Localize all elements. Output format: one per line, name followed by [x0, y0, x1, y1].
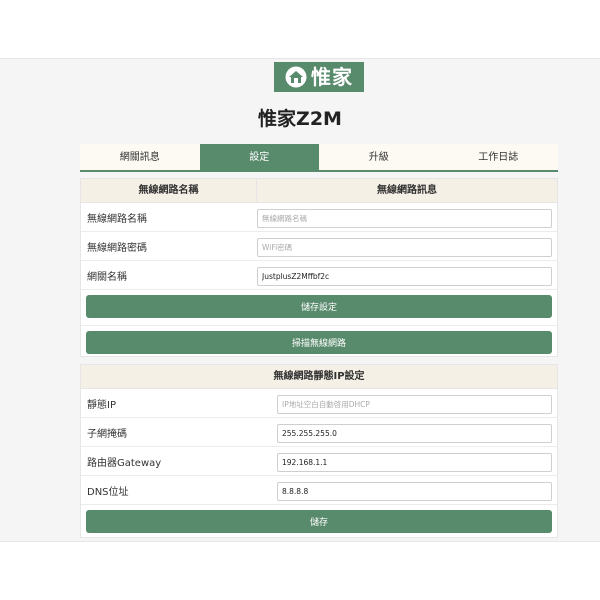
wifi-ssid-label: 無線網路名稱: [87, 213, 147, 225]
static-ip-row: 靜態IP: [81, 389, 557, 418]
subnet-mask-label: 子網掩碼: [87, 428, 127, 440]
gateway-label: 路由器Gateway: [87, 457, 162, 469]
dns-input[interactable]: [277, 482, 552, 501]
tab-settings[interactable]: 設定: [199, 144, 319, 170]
static-ip-header-row: 無線網路靜態IP設定: [81, 365, 557, 389]
gateway-name-row: 網關名稱: [81, 261, 557, 290]
dns-label: DNS位址: [87, 486, 129, 498]
wifi-settings-card: 無線網路名稱 無線網路訊息 無線網路名稱 無線網路密碼 網關名稱 儲存設定 掃描…: [80, 178, 558, 357]
divider: [81, 318, 557, 326]
wifi-ssid-row: 無線網路名稱: [81, 203, 557, 232]
static-ip-header: 無線網路靜態IP設定: [273, 371, 365, 382]
scan-wifi-button[interactable]: 掃描無線網路: [86, 331, 552, 354]
wifi-table-header: 無線網路名稱 無線網路訊息: [81, 179, 557, 203]
gateway-input[interactable]: [277, 453, 552, 472]
tab-work-log[interactable]: 工作日誌: [439, 144, 559, 170]
subnet-mask-input[interactable]: [277, 424, 552, 443]
page-title: 惟家Z2M: [258, 108, 342, 130]
gateway-row: 路由器Gateway: [81, 447, 557, 476]
wifi-info-column-header: 無線網路訊息: [377, 185, 437, 196]
tab-bar: 網關訊息 設定 升級 工作日誌: [80, 144, 558, 172]
static-ip-label: 靜態IP: [87, 399, 116, 411]
save-settings-button[interactable]: 儲存設定: [86, 295, 552, 318]
gateway-name-input[interactable]: [257, 267, 552, 286]
tab-gateway-info[interactable]: 網關訊息: [80, 144, 200, 170]
wifi-password-input[interactable]: [257, 238, 552, 257]
gateway-name-label: 網關名稱: [87, 271, 127, 283]
logo-text: 惟家: [311, 65, 353, 89]
tab-upgrade[interactable]: 升級: [319, 144, 439, 170]
static-ip-input[interactable]: [277, 395, 552, 414]
static-ip-card: 無線網路靜態IP設定 靜態IP 子網掩碼 路由器Gateway DNS位址 儲存: [80, 364, 558, 538]
save-static-ip-button[interactable]: 儲存: [86, 510, 552, 533]
subnet-mask-row: 子網掩碼: [81, 418, 557, 447]
brand-logo: 惟家: [274, 62, 364, 92]
wifi-password-row: 無線網路密碼: [81, 232, 557, 261]
house-icon: [285, 66, 307, 88]
wifi-name-column-header: 無線網路名稱: [81, 179, 257, 202]
wifi-password-label: 無線網路密碼: [87, 242, 147, 254]
wifi-ssid-input[interactable]: [257, 209, 552, 228]
dns-row: DNS位址: [81, 476, 557, 505]
